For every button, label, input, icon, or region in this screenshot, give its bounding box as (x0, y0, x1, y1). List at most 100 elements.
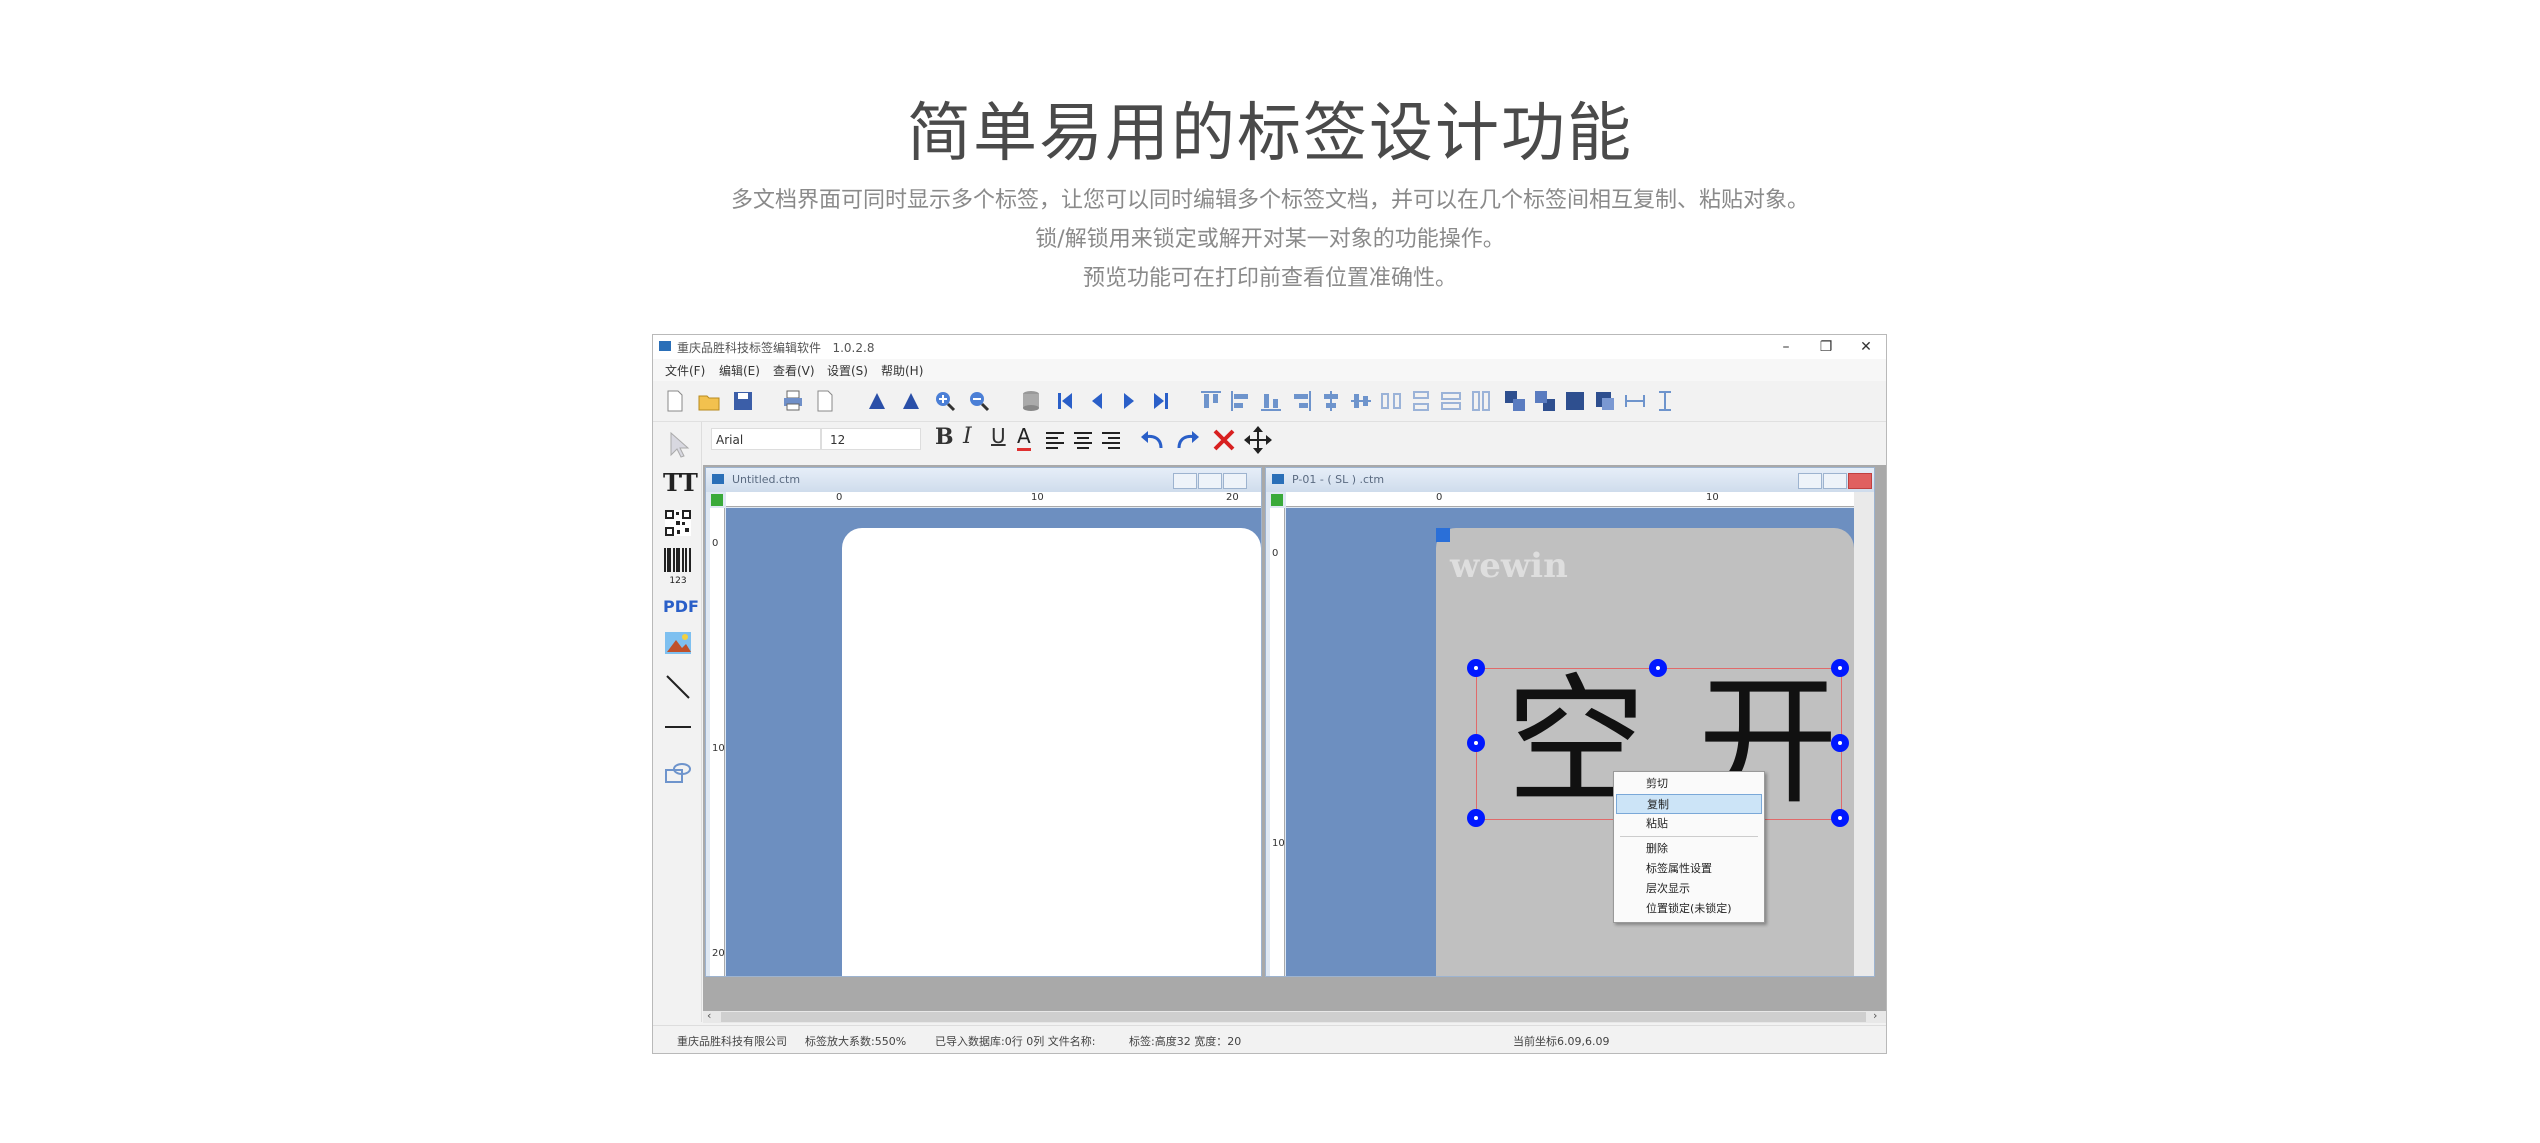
center-vertical-icon[interactable] (1319, 389, 1343, 413)
context-layer-display[interactable]: 层次显示 (1616, 879, 1762, 899)
resize-handle-top-right[interactable] (1831, 659, 1849, 677)
resize-handle-bottom-left[interactable] (1467, 809, 1485, 827)
distribute-horizontal-icon[interactable] (1379, 389, 1403, 413)
bold-button[interactable]: B (935, 424, 954, 450)
context-delete[interactable]: 删除 (1616, 839, 1762, 859)
resize-handle-top-left[interactable] (1467, 659, 1485, 677)
menu-file[interactable]: 文件(F) (665, 362, 705, 379)
align-top-icon[interactable] (1199, 389, 1223, 413)
pointer-icon[interactable] (663, 430, 693, 460)
resize-handle-middle-right[interactable] (1831, 734, 1849, 752)
text-tool[interactable]: TT (663, 468, 698, 498)
ruler-label: 10 (1031, 492, 1044, 503)
italic-button[interactable]: I (963, 424, 972, 449)
doc2-close-button[interactable] (1848, 473, 1872, 489)
database-icon[interactable] (1019, 389, 1043, 413)
qrcode-icon[interactable] (663, 508, 693, 538)
pdf-tool[interactable]: PDF (663, 592, 699, 622)
context-position-lock[interactable]: 位置锁定(未锁定) (1616, 899, 1762, 919)
menu-view[interactable]: 查看(V) (773, 362, 815, 379)
menu-edit[interactable]: 编辑(E) (719, 362, 760, 379)
next-record-icon[interactable] (1117, 389, 1141, 413)
close-button[interactable]: ✕ (1846, 335, 1886, 359)
description-line-3: 预览功能可在打印前查看位置准确性。 (1082, 266, 1457, 291)
context-cut[interactable]: 剪切 (1616, 774, 1762, 794)
last-record-icon[interactable] (1149, 389, 1173, 413)
same-width-icon[interactable] (1439, 389, 1463, 413)
save-icon[interactable] (731, 389, 755, 413)
vertical-scrollbar[interactable] (1854, 492, 1874, 976)
resize-handle-bottom-right[interactable] (1831, 809, 1849, 827)
context-copy[interactable]: 复制 (1616, 794, 1762, 814)
prev-record-icon[interactable] (1085, 389, 1109, 413)
shape-tool-icon[interactable] (663, 758, 693, 788)
rotate-left-icon[interactable] (865, 389, 889, 413)
resize-handle-middle-left[interactable] (1467, 734, 1485, 752)
bring-to-front-icon[interactable] (1503, 389, 1527, 413)
document-window-1[interactable]: Untitled.ctm 0 10 20 0 10 20 (705, 467, 1262, 977)
context-label-properties[interactable]: 标签属性设置 (1616, 859, 1762, 879)
font-select[interactable]: Arial (711, 428, 821, 450)
menu-settings[interactable]: 设置(S) (827, 362, 868, 379)
doc1-minimize-button[interactable] (1173, 473, 1197, 489)
text-align-right-icon[interactable] (1101, 430, 1121, 450)
restore-button[interactable]: ❐ (1806, 335, 1846, 359)
ruler-origin-icon[interactable] (1271, 494, 1283, 506)
match-width-icon[interactable] (1623, 389, 1647, 413)
horizontal-scrollbar[interactable]: ‹ › (703, 1009, 1886, 1023)
zoom-in-icon[interactable] (933, 389, 957, 413)
context-paste[interactable]: 粘贴 (1616, 814, 1762, 834)
zoom-out-icon[interactable] (967, 389, 991, 413)
ruler-label: 10 (1706, 492, 1719, 503)
scroll-right-icon[interactable]: › (1873, 1009, 1877, 1022)
doc1-close-button[interactable] (1223, 473, 1247, 489)
align-right-icon[interactable] (1289, 389, 1313, 413)
print-icon[interactable] (781, 389, 805, 413)
horizontal-line-icon[interactable] (663, 712, 693, 742)
label-canvas[interactable] (842, 528, 1261, 976)
print-preview-icon[interactable] (813, 389, 837, 413)
document-icon (712, 474, 724, 484)
document-window-2[interactable]: P-01 - ( SL ) .ctm 0 10 0 10 wewin 空 开 (1265, 467, 1875, 977)
underline-button[interactable]: U (991, 424, 1006, 448)
distribute-vertical-icon[interactable] (1409, 389, 1433, 413)
doc2-maximize-button[interactable] (1823, 473, 1847, 489)
minimize-button[interactable]: – (1766, 335, 1806, 359)
align-bottom-icon[interactable] (1259, 389, 1283, 413)
barcode-digits: 123 (669, 576, 687, 586)
document-2-title: P-01 - ( SL ) .ctm (1266, 468, 1874, 492)
open-folder-icon[interactable] (697, 389, 721, 413)
doc2-minimize-button[interactable] (1798, 473, 1822, 489)
rotate-right-icon[interactable] (899, 389, 923, 413)
image-icon[interactable] (663, 628, 693, 658)
ruler-label: 0 (836, 492, 843, 503)
match-height-icon[interactable] (1653, 389, 1677, 413)
status-bar: 重庆品胜科技有限公司 标签放大系数:550% 已导入数据库:0行 0列 文件名称… (653, 1025, 1886, 1053)
doc1-maximize-button[interactable] (1198, 473, 1222, 489)
vertical-ruler: 0 10 (1270, 508, 1285, 976)
ruler-origin-icon[interactable] (711, 494, 723, 506)
new-file-icon[interactable] (663, 389, 687, 413)
send-backward-icon[interactable] (1593, 389, 1617, 413)
same-height-icon[interactable] (1469, 389, 1493, 413)
text-align-left-icon[interactable] (1045, 430, 1065, 450)
font-size-select[interactable]: 12 (821, 428, 921, 450)
line-tool-icon[interactable] (663, 672, 693, 702)
undo-icon[interactable] (1139, 428, 1165, 452)
scroll-left-icon[interactable]: ‹ (707, 1009, 711, 1022)
first-record-icon[interactable] (1053, 389, 1077, 413)
font-color-button[interactable]: A (1017, 424, 1031, 451)
text-align-center-icon[interactable] (1073, 430, 1093, 450)
center-horizontal-icon[interactable] (1349, 389, 1373, 413)
bring-forward-icon[interactable] (1563, 389, 1587, 413)
delete-icon[interactable] (1211, 427, 1237, 453)
scroll-thumb[interactable] (721, 1012, 1866, 1022)
resize-handle-top-center[interactable] (1649, 659, 1667, 677)
send-to-back-icon[interactable] (1533, 389, 1557, 413)
barcode-tool[interactable]: 123 (663, 548, 693, 586)
redo-icon[interactable] (1175, 428, 1201, 452)
move-icon[interactable] (1243, 425, 1273, 455)
align-left-icon[interactable] (1229, 389, 1253, 413)
main-toolbar (653, 381, 1886, 422)
menu-help[interactable]: 帮助(H) (881, 362, 923, 379)
